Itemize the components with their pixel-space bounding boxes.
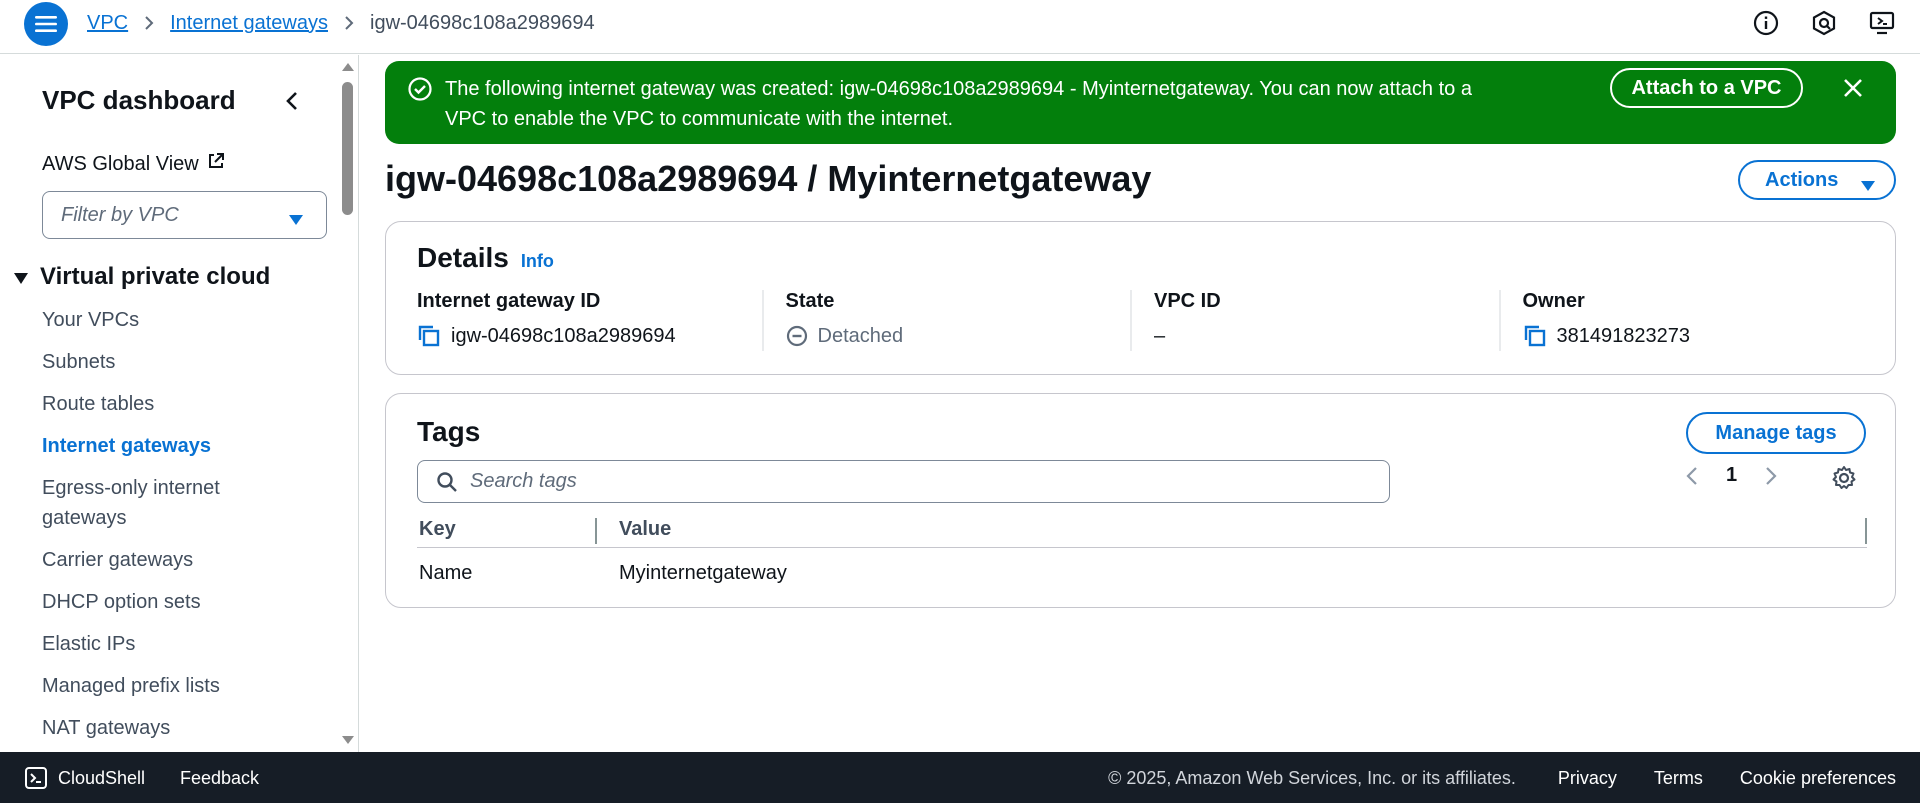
feedback-link[interactable]: Feedback — [180, 768, 259, 789]
details-title: Details — [417, 242, 509, 273]
gateway-id-value: igw-04698c108a2989694 — [451, 324, 676, 347]
sidebar-global-view[interactable]: AWS Global View — [42, 152, 225, 176]
field-label: Internet gateway ID — [417, 290, 601, 312]
owner-field: Owner 381491823273 — [1498, 290, 1868, 351]
table-header: Key Value — [417, 512, 1867, 548]
vpc-id-field: VPC ID – — [1130, 290, 1499, 351]
vpc-id-value: – — [1154, 324, 1166, 347]
tag-key-cell: Name — [419, 561, 473, 584]
settings-icon[interactable] — [1868, 9, 1896, 37]
sidebar-item-elastic-ips[interactable]: Elastic IPs — [42, 629, 322, 659]
terms-link[interactable]: Terms — [1654, 768, 1703, 789]
field-label: State — [785, 290, 835, 312]
sidebar-title[interactable]: VPC dashboard — [42, 85, 236, 116]
chevron-right-icon — [344, 15, 354, 31]
caret-down-icon — [1860, 175, 1876, 198]
cloudshell-button[interactable]: CloudShell — [24, 766, 145, 790]
actions-button[interactable]: Actions — [1738, 160, 1896, 200]
notifications-icon[interactable] — [1810, 9, 1838, 37]
sidebar-item-route-tables[interactable]: Route tables — [42, 389, 322, 419]
breadcrumb-current: igw-04698c108a2989694 — [370, 11, 595, 34]
scroll-up-arrow[interactable] — [342, 63, 354, 71]
status-stopped-icon — [786, 325, 808, 347]
scrollbar-thumb[interactable] — [342, 82, 353, 215]
scroll-down-arrow[interactable] — [342, 736, 354, 744]
collapse-sidebar-icon[interactable] — [282, 88, 302, 114]
field-value-row: 381491823273 — [1523, 321, 1848, 351]
close-icon[interactable] — [1840, 75, 1866, 101]
terminal-icon — [24, 766, 48, 790]
chevron-right-icon[interactable] — [1765, 466, 1777, 486]
manage-tags-button[interactable]: Manage tags — [1686, 412, 1866, 454]
field-label: Owner — [1522, 290, 1585, 312]
chevron-right-icon — [144, 15, 154, 31]
sidebar-item-dhcp-option-sets[interactable]: DHCP option sets — [42, 587, 322, 617]
details-heading: Details Info — [417, 242, 554, 274]
sidebar-section-label: Virtual private cloud — [40, 263, 271, 290]
breadcrumb-vpc[interactable]: VPC — [87, 12, 128, 35]
gear-icon[interactable] — [1831, 465, 1857, 491]
flash-message: The following internet gateway was creat… — [445, 78, 1472, 130]
state-value: Detached — [817, 324, 904, 347]
owner-value: 381491823273 — [1556, 324, 1690, 347]
search-placeholder: Search tags — [470, 470, 577, 492]
field-value-row: igw-04698c108a2989694 — [417, 321, 742, 351]
privacy-link[interactable]: Privacy — [1558, 768, 1617, 789]
menu-icon[interactable] — [24, 2, 68, 46]
sidebar-item-nat-gateways[interactable]: NAT gateways — [42, 713, 322, 743]
sidebar-item-your-vpcs[interactable]: Your VPCs — [42, 305, 322, 335]
gateway-id-field: Internet gateway ID igw-04698c108a298969… — [417, 290, 762, 351]
sidebar: VPC dashboard AWS Global View Filter by … — [0, 55, 337, 752]
actions-label: Actions — [1765, 168, 1839, 191]
column-header-key[interactable]: Key — [417, 512, 597, 547]
sidebar-item-egress-only-internet-gateways[interactable]: Egress-only internet gateways — [42, 473, 272, 533]
attach-to-vpc-button[interactable]: Attach to a VPC — [1610, 68, 1803, 108]
external-link-icon — [207, 152, 225, 176]
tag-value-cell: Myinternetgateway — [619, 561, 787, 584]
copy-icon[interactable] — [417, 324, 441, 348]
state-field: State Detached — [761, 290, 1131, 351]
breadcrumb-internet-gateways[interactable]: Internet gateways — [170, 12, 328, 35]
column-header-value[interactable]: Value — [597, 512, 1867, 547]
cookie-preferences-link[interactable]: Cookie preferences — [1740, 768, 1896, 789]
success-flash-banner: The following internet gateway was creat… — [385, 61, 1896, 144]
copyright-text: © 2025, Amazon Web Services, Inc. or its… — [1108, 768, 1516, 788]
sidebar-item-subnets[interactable]: Subnets — [42, 347, 322, 377]
info-link[interactable]: Info — [521, 251, 554, 271]
copy-icon[interactable] — [1523, 324, 1547, 348]
cloudshell-label: CloudShell — [58, 767, 146, 788]
page-title: igw-04698c108a2989694 / Myinternetgatewa… — [385, 158, 1152, 199]
sidebar-scrollbar[interactable] — [337, 55, 359, 752]
pagination: 1 — [1686, 464, 1777, 487]
sidebar-item-carrier-gateways[interactable]: Carrier gateways — [42, 545, 322, 575]
footer: CloudShell Feedback © 2025, Amazon Web S… — [0, 752, 1920, 803]
sidebar-item-internet-gateways[interactable]: Internet gateways — [42, 431, 322, 461]
tags-container: Tags Manage tags Search tags 1 Key Value… — [385, 393, 1896, 608]
filter-by-vpc-select[interactable]: Filter by VPC — [42, 191, 327, 239]
tags-title: Tags — [417, 416, 481, 447]
success-icon — [407, 76, 433, 107]
chevron-left-icon[interactable] — [1686, 466, 1698, 486]
search-icon — [436, 471, 458, 499]
filter-placeholder: Filter by VPC — [61, 203, 179, 226]
global-view-label: AWS Global View — [42, 152, 199, 175]
sidebar-section-virtual-private-cloud[interactable]: Virtual private cloud — [14, 263, 270, 291]
top-navigation: VPC Internet gateways igw-04698c108a2989… — [0, 0, 1920, 54]
caret-down-icon — [288, 209, 304, 232]
breadcrumb: VPC Internet gateways igw-04698c108a2989… — [87, 10, 595, 36]
current-page[interactable]: 1 — [1726, 464, 1737, 487]
info-icon[interactable] — [1752, 9, 1780, 37]
table-row: Name Myinternetgateway — [417, 551, 1867, 595]
field-value-row: Detached — [786, 321, 1111, 351]
sidebar-item-managed-prefix-lists[interactable]: Managed prefix lists — [42, 671, 322, 701]
search-tags-input[interactable]: Search tags — [417, 460, 1390, 503]
field-label: VPC ID — [1154, 290, 1221, 312]
details-container: Details Info Internet gateway ID igw-0469… — [385, 221, 1896, 375]
caret-down-icon — [14, 263, 28, 291]
